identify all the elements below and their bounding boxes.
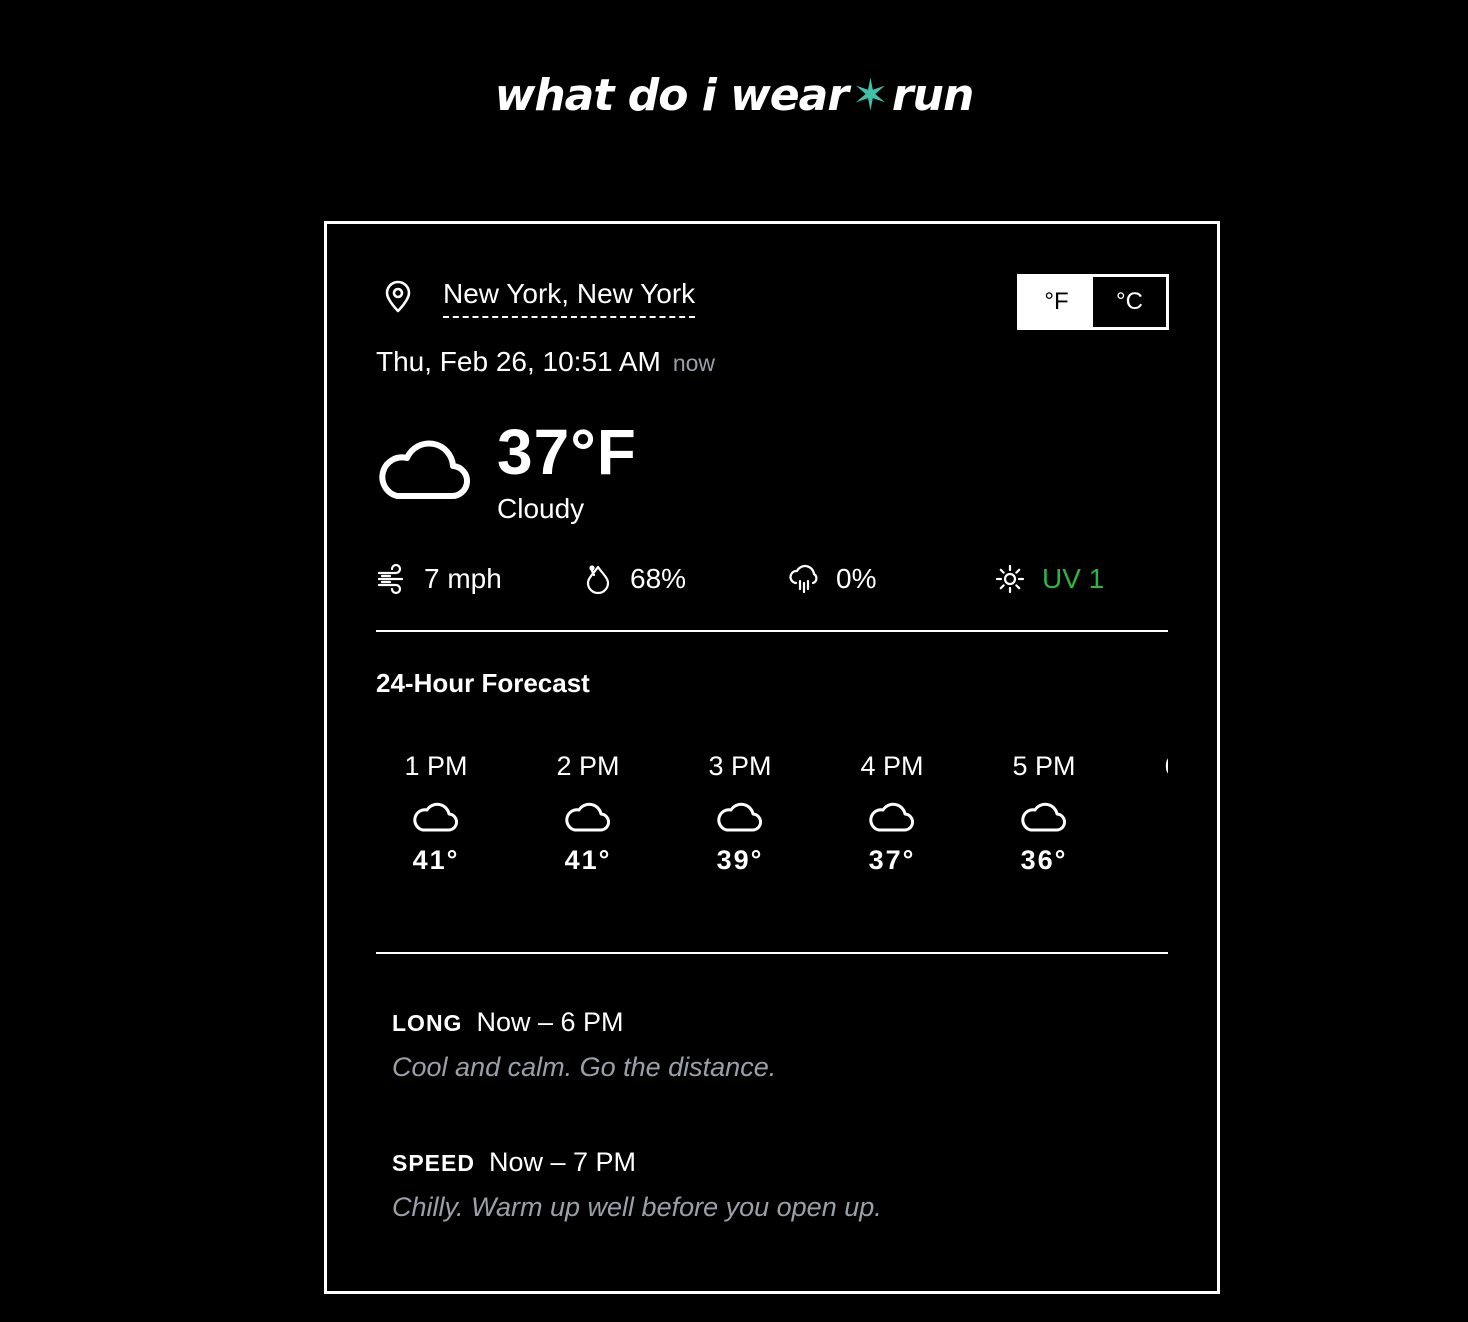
run-type-label: SPEED — [392, 1150, 475, 1176]
forecast-temp: 39° — [716, 845, 764, 875]
forecast-hour: 1 PM 41° — [376, 746, 496, 880]
cloud-icon — [379, 440, 471, 500]
hourly-forecast[interactable]: 1 PM 41° 2 PM 41° 3 PM 39° 4 PM 37° 5 PM… — [376, 746, 1168, 896]
forecast-time: 6 PM — [1136, 746, 1168, 786]
cloud-icon — [869, 802, 914, 832]
precip-stat: 0% — [788, 559, 876, 599]
datetime-label: Thu, Feb 26, 10:51 AM — [376, 346, 661, 377]
logo-text-primary: what do i wear — [494, 70, 849, 121]
weather-stats: 7 mph 68% 0% UV 1 — [376, 559, 1168, 599]
run-type-label: LONG — [392, 1010, 463, 1036]
run-recommendation-speed: SPEED Now – 7 PM Chilly. Warm up well bef… — [392, 1144, 882, 1225]
sun-icon — [995, 564, 1025, 594]
cloud-icon — [565, 802, 610, 832]
forecast-title: 24-Hour Forecast — [376, 668, 590, 698]
forecast-time: 5 PM — [1012, 751, 1076, 781]
current-conditions: 37°F Cloudy — [379, 414, 637, 526]
current-temperature: 37°F — [497, 416, 637, 488]
forecast-temp: 36° — [1020, 845, 1068, 875]
forecast-hour: 4 PM 37° — [832, 746, 952, 880]
cloud-icon — [1021, 802, 1066, 832]
forecast-time: 4 PM — [860, 751, 924, 781]
run-description: Cool and calm. Go the distance. — [392, 1052, 777, 1082]
forecast-hour: 2 PM 41° — [528, 746, 648, 880]
current-condition: Cloudy — [497, 493, 585, 524]
fahrenheit-button[interactable]: °F — [1020, 277, 1093, 327]
divider — [376, 952, 1168, 954]
cloud-icon — [413, 802, 458, 832]
run-time-window: Now – 6 PM — [476, 1007, 624, 1037]
forecast-temp: 41° — [564, 845, 612, 875]
wind-value: 7 mph — [424, 563, 502, 594]
forecast-hour: 3 PM 39° — [680, 746, 800, 880]
run-time-window: Now – 7 PM — [488, 1147, 637, 1177]
location-link[interactable]: New York, New York — [443, 276, 696, 318]
celsius-button[interactable]: °C — [1093, 277, 1166, 327]
uv-value: UV 1 — [1042, 563, 1105, 594]
forecast-temp: 37° — [868, 845, 916, 875]
weather-card: New York, New York °F °C Thu, Feb 26, 10… — [324, 221, 1220, 1294]
star-icon: ✶ — [852, 70, 889, 121]
run-recommendation-long: LONG Now – 6 PM Cool and calm. Go the dis… — [392, 1004, 776, 1085]
forecast-hour: 5 PM 36° — [984, 746, 1104, 880]
humidity-icon — [586, 565, 610, 595]
logo-text-secondary: run — [891, 70, 974, 121]
location-row: New York, New York — [383, 276, 696, 318]
humidity-stat: 68% — [582, 559, 686, 599]
datetime-row: Thu, Feb 26, 10:51 AM now — [376, 344, 715, 381]
wind-icon — [377, 563, 404, 595]
run-description: Chilly. Warm up well before you open up. — [392, 1192, 882, 1222]
forecast-temp: 41° — [412, 845, 460, 875]
forecast-time: 1 PM — [404, 751, 468, 781]
wind-stat: 7 mph — [376, 559, 502, 599]
precip-value: 0% — [836, 563, 877, 594]
unit-toggle: °F °C — [1017, 274, 1169, 330]
uv-stat: UV 1 — [994, 559, 1104, 599]
rain-cloud-icon — [789, 564, 818, 594]
divider — [376, 630, 1168, 632]
app-logo[interactable]: what do i wear✶run — [0, 66, 1468, 126]
forecast-time: 2 PM — [556, 751, 620, 781]
cloud-icon — [717, 802, 762, 832]
humidity-value: 68% — [630, 563, 687, 594]
forecast-hour: 6 PM — [1136, 746, 1168, 786]
map-pin-icon — [385, 280, 411, 313]
relative-time: now — [672, 350, 716, 376]
forecast-time: 3 PM — [708, 751, 772, 781]
